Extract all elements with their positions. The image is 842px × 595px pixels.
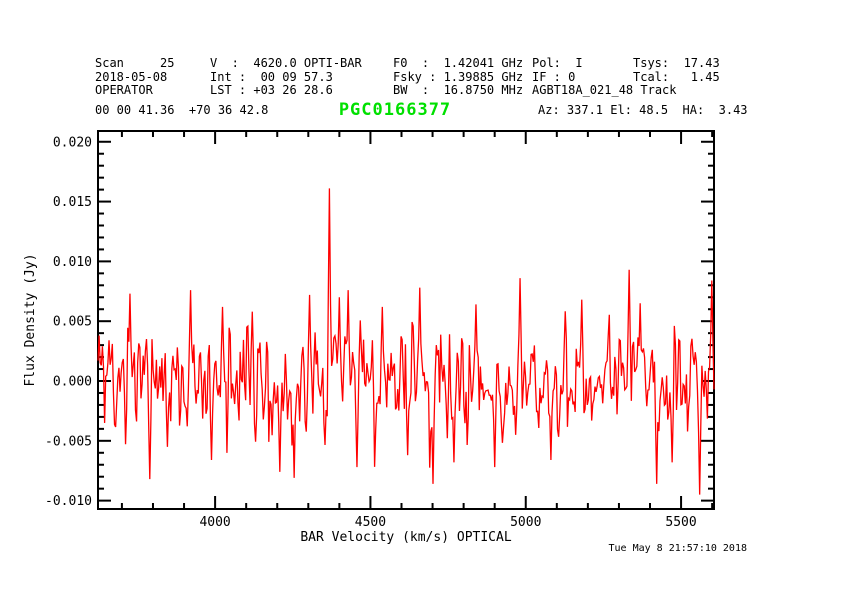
y-tick-label: -0.010: [45, 494, 92, 509]
y-tick-label: 0.015: [53, 195, 92, 210]
spectrum-trace: [98, 188, 714, 494]
y-tick-label: -0.005: [45, 434, 92, 449]
x-tick-label: 5000: [510, 515, 541, 530]
y-tick-label: 0.020: [53, 135, 92, 150]
x-axis-label: BAR Velocity (km/s) OPTICAL: [300, 530, 511, 545]
x-tick-label: 4500: [355, 515, 386, 530]
y-axis-label: Flux Density (Jy): [23, 253, 38, 386]
y-tick-label: 0.005: [53, 315, 92, 330]
spectrum-plot: 4000 4500 5000 5500 0.020 0.015 0.010 0.005 0.00…: [0, 0, 842, 595]
y-tick-label: 0.000: [53, 375, 92, 390]
y-tick-label: 0.010: [53, 255, 92, 270]
gbtidl-spectrum-window: Scan 252018-05-08OPERATOR V : 4620.0 OPT…: [0, 0, 842, 595]
plot-timestamp: Tue May 8 21:57:10 2018: [609, 543, 747, 554]
x-tick-label: 4000: [199, 515, 230, 530]
x-tick-label: 5500: [665, 515, 696, 530]
